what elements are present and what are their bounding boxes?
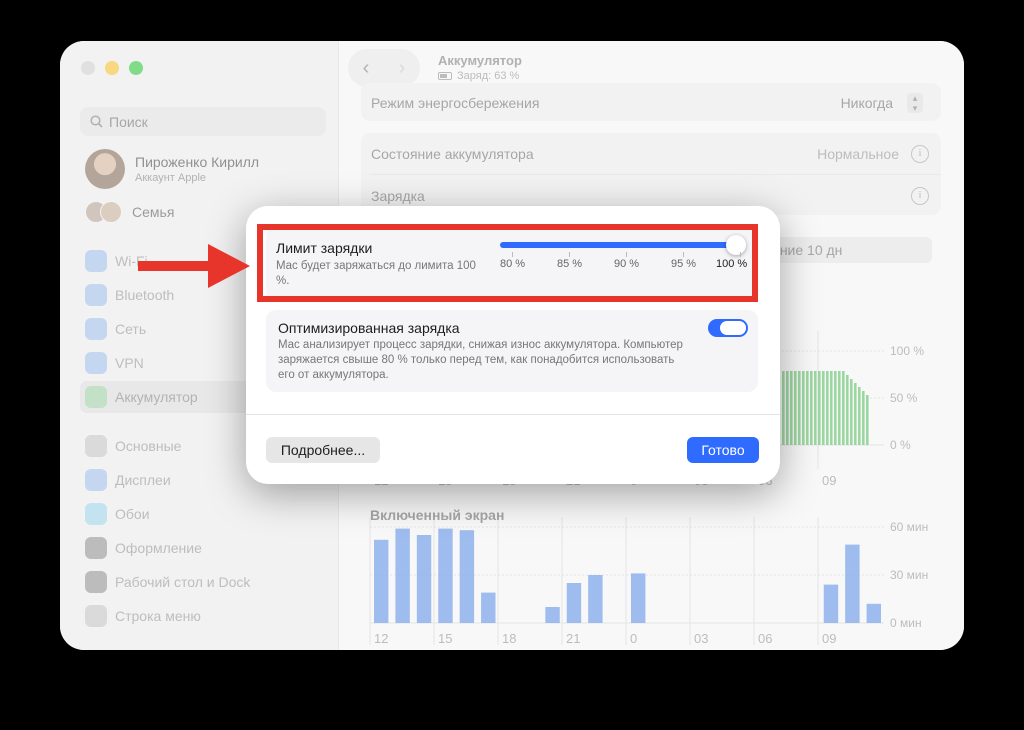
divider: [246, 414, 780, 415]
highlight-box: [257, 224, 758, 302]
more-info-button[interactable]: Подробнее...: [266, 437, 380, 463]
toggle-knob: [720, 321, 746, 335]
optimized-charging-toggle[interactable]: [708, 319, 748, 337]
optimized-charging-description: Mac анализирует процесс зарядки, снижая …: [278, 339, 683, 381]
done-button[interactable]: Готово: [687, 437, 759, 463]
arrow-right-icon: [138, 244, 250, 288]
optimized-charging-title: Оптимизированная зарядка: [278, 320, 460, 336]
